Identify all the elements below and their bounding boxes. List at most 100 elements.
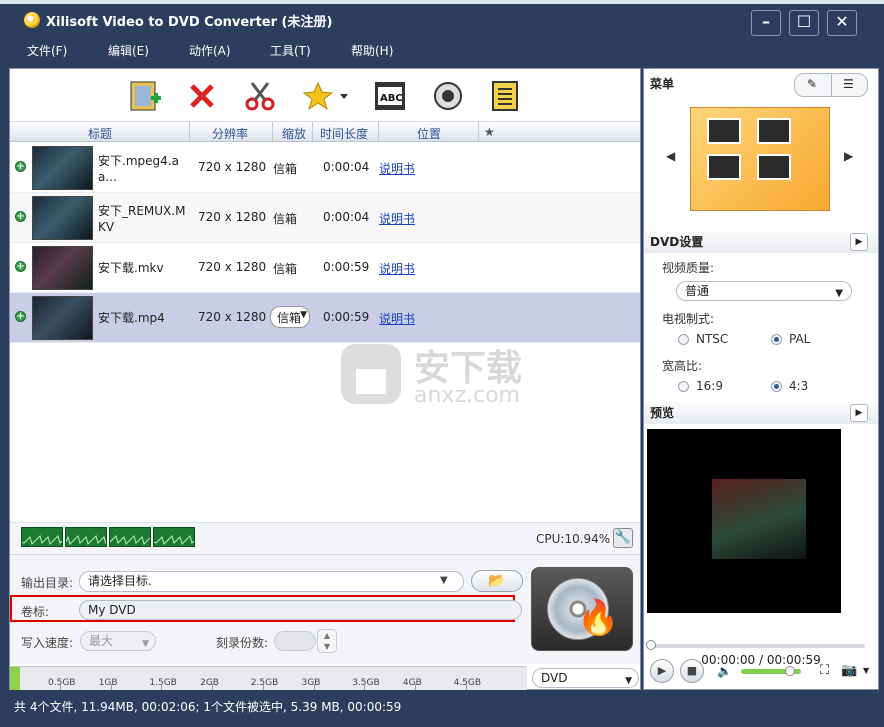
cpu-meter — [153, 527, 195, 547]
file-position-link[interactable]: 说明书 — [379, 260, 415, 277]
delete-icon[interactable] — [184, 79, 220, 113]
audio-icon[interactable] — [430, 79, 466, 113]
chevron-down-icon[interactable]: ▼ — [863, 666, 869, 675]
copies-stepper[interactable]: ▲ ▼ — [317, 629, 337, 653]
copies-input[interactable] — [274, 631, 316, 651]
capacity-tick-mark — [313, 684, 315, 690]
col-title[interactable]: 标题 — [88, 125, 112, 142]
menu-template-thumbnail[interactable] — [690, 107, 830, 211]
table-row[interactable]: + 安下载.mkv 720 x 1280 信箱 0:00:59 说明书 — [10, 243, 640, 293]
menu-icon[interactable] — [488, 79, 524, 113]
video-thumbnail — [32, 196, 93, 240]
edit-menu-icon[interactable]: ✎ — [807, 77, 817, 91]
col-duration[interactable]: 时间长度 — [320, 125, 368, 142]
table-row[interactable]: + 安下_REMUX.MKV 720 x 1280 信箱 0:00:04 说明书 — [10, 193, 640, 243]
seek-bar[interactable] — [646, 640, 865, 650]
tv-standard-label: 电视制式: — [662, 312, 715, 326]
expand-icon[interactable]: + — [15, 311, 26, 322]
watermark-sub: anxz.com — [414, 383, 520, 408]
fullscreen-icon[interactable]: ⛶ — [820, 663, 829, 678]
browse-folder-button[interactable]: 📂 — [471, 570, 523, 592]
effects-icon[interactable] — [300, 79, 350, 113]
file-zoom[interactable]: 信箱 — [273, 210, 297, 227]
ntsc-radio[interactable] — [678, 334, 689, 345]
prev-template-icon[interactable]: ◀ — [666, 149, 675, 163]
burn-button[interactable]: 🔥 — [531, 567, 633, 651]
menu-edit[interactable]: 编辑(E) — [108, 42, 162, 59]
menu-tools[interactable]: 工具(T) — [270, 42, 324, 59]
ntsc-label: NTSC — [696, 332, 729, 346]
minimize-button[interactable]: – — [751, 10, 781, 36]
expand-arrow-icon[interactable]: ▶ — [850, 233, 868, 251]
file-duration: 0:00:59 — [323, 310, 370, 324]
file-list-panel: ABC 标题 分辨率 缩放 时间长度 位置 ★ + 安下.mpeg4.aa...… — [9, 68, 641, 690]
cpu-usage: CPU:10.94% — [536, 532, 611, 546]
zoom-dropdown[interactable]: 信箱 ▼ — [270, 306, 310, 328]
add-video-icon[interactable] — [127, 79, 163, 113]
file-position-link[interactable]: 说明书 — [379, 210, 415, 227]
stop-icon[interactable]: ■ — [680, 659, 704, 683]
capacity-tick-mark — [161, 684, 163, 690]
menu-help[interactable]: 帮助(H) — [351, 42, 405, 59]
col-star[interactable]: ★ — [484, 125, 495, 139]
settings-wrench-icon[interactable]: 🔧 — [613, 528, 633, 548]
table-row[interactable]: + 安下.mpeg4.aa... 720 x 1280 信箱 0:00:04 说… — [10, 143, 640, 193]
file-position-link[interactable]: 说明书 — [379, 310, 415, 327]
pal-label: PAL — [789, 332, 811, 346]
maximize-button[interactable]: ☐ — [789, 10, 819, 36]
window-title: Xilisoft Video to DVD Converter (未注册) — [46, 14, 333, 30]
quality-select[interactable]: 普通 ▼ — [676, 281, 852, 301]
preview-frame — [712, 479, 806, 559]
aspect-16-9-radio[interactable] — [678, 381, 689, 392]
file-resolution: 720 x 1280 — [198, 260, 267, 274]
capacity-tick-label: 1.5GB — [149, 678, 177, 688]
file-zoom[interactable]: 信箱 — [273, 260, 297, 277]
close-button[interactable]: ✕ — [827, 10, 857, 36]
file-zoom[interactable]: 信箱 — [273, 160, 297, 177]
file-position-link[interactable]: 说明书 — [379, 160, 415, 177]
volume-icon[interactable]: 🔈 — [717, 664, 732, 678]
chevron-down-icon[interactable]: ▼ — [440, 575, 448, 586]
col-zoom[interactable]: 缩放 — [282, 125, 306, 142]
volume-label: 卷标: — [21, 605, 50, 619]
cpu-meter — [109, 527, 151, 547]
menu-action[interactable]: 动作(A) — [189, 42, 243, 59]
quality-label: 视频质量: — [662, 261, 715, 275]
video-thumbnail — [32, 146, 93, 190]
disc-type-select[interactable]: DVD ▼ — [532, 668, 639, 688]
list-menu-icon[interactable]: ☰ — [843, 77, 854, 91]
capacity-tick-label: 2.5GB — [250, 678, 279, 688]
table-row-selected[interactable]: + 安下载.mp4 720 x 1280 信箱 ▼ 0:00:59 说明书 — [10, 293, 640, 343]
capacity-tick-mark — [212, 684, 214, 690]
menu-file[interactable]: 文件(F) — [27, 42, 81, 59]
subtitle-icon[interactable]: ABC — [372, 79, 408, 113]
capacity-tick-label: 3GB — [301, 678, 321, 688]
col-resolution[interactable]: 分辨率 — [212, 125, 248, 142]
output-dir-select[interactable]: 请选择目标. — [79, 571, 464, 592]
capacity-tick-mark — [364, 684, 366, 690]
snapshot-icon[interactable]: 📷 — [841, 663, 857, 678]
write-speed-select[interactable]: 最大 ▼ — [80, 631, 156, 651]
expand-icon[interactable]: + — [15, 211, 26, 222]
volume-slider[interactable] — [741, 666, 801, 676]
file-duration: 0:00:04 — [323, 210, 370, 224]
cpu-meter — [65, 527, 107, 547]
cut-icon[interactable] — [242, 79, 278, 113]
volume-name-input[interactable]: My DVD — [79, 600, 522, 620]
play-icon[interactable]: ▶ — [650, 659, 674, 683]
capacity-tick-mark — [110, 684, 112, 690]
svg-text:ABC: ABC — [380, 93, 403, 104]
app-window: Xilisoft Video to DVD Converter (未注册) – … — [0, 4, 884, 727]
expand-arrow-icon[interactable]: ▶ — [850, 404, 868, 422]
aspect-16-9-label: 16:9 — [696, 379, 723, 393]
expand-icon[interactable]: + — [15, 261, 26, 272]
file-name: 安下载.mkv — [98, 261, 164, 275]
status-bar: 共 4个文件, 11.94MB, 00:02:06; 1个文件被选中, 5.39… — [0, 694, 884, 727]
menu-bar: 文件(F) 编辑(E) 动作(A) 工具(T) 帮助(H) — [0, 36, 884, 64]
col-position[interactable]: 位置 — [417, 125, 441, 142]
expand-icon[interactable]: + — [15, 161, 26, 172]
column-header: 标题 分辨率 缩放 时间长度 位置 ★ — [10, 122, 640, 142]
pal-radio[interactable] — [771, 334, 782, 345]
next-template-icon[interactable]: ▶ — [844, 149, 853, 163]
aspect-4-3-radio[interactable] — [771, 381, 782, 392]
